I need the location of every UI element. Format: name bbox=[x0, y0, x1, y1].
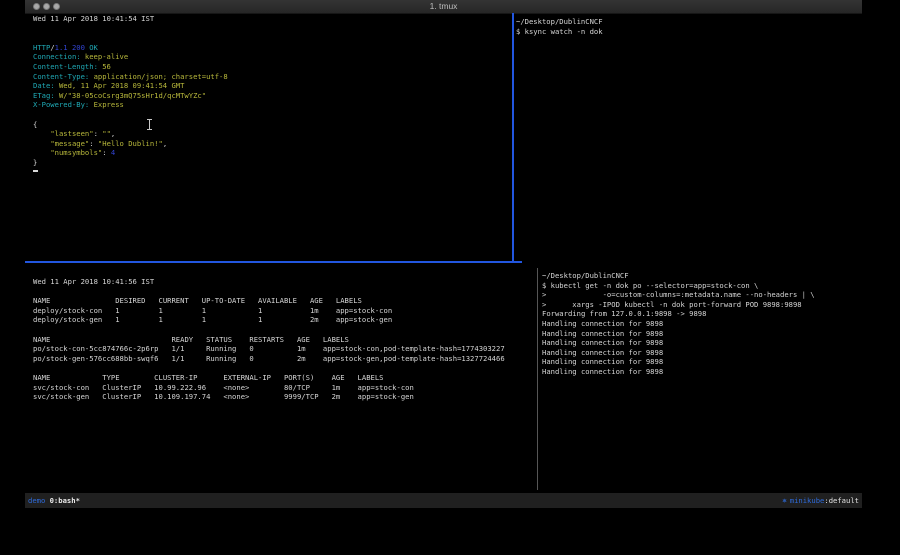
pane-divider-vertical[interactable] bbox=[537, 268, 538, 490]
services-table: NAME TYPE CLUSTER-IP EXTERNAL-IP PORT(S)… bbox=[33, 373, 533, 402]
json-indent bbox=[33, 129, 50, 138]
pane-divider-vertical-active[interactable] bbox=[512, 13, 514, 263]
header-value: W/"38-05coCsrg3mQ75sHr1d/qcMTwYZc" bbox=[59, 91, 206, 100]
session-name: demo bbox=[28, 496, 45, 505]
json-comma: , bbox=[111, 129, 115, 138]
json-comma: , bbox=[163, 139, 167, 148]
blank-line bbox=[33, 363, 533, 373]
deployments-table: NAME DESIRED CURRENT UP-TO-DATE AVAILABL… bbox=[33, 296, 533, 325]
titlebar[interactable]: 1. tmux bbox=[25, 0, 862, 14]
header-name: ETag: bbox=[33, 91, 55, 100]
json-entry: "numsymbols": 4 bbox=[33, 148, 508, 158]
pods-table: NAME READY STATUS RESTARTS AGE LABELS po… bbox=[33, 335, 533, 364]
http-header: ETag: W/"38-05coCsrg3mQ75sHr1d/qcMTwYZc" bbox=[33, 91, 508, 101]
json-key: "message" bbox=[50, 139, 89, 148]
http-header: Content-Length: 56 bbox=[33, 62, 508, 72]
screen: 1. tmux Wed 11 Apr 2018 10:41:54 IST HTT… bbox=[0, 0, 900, 555]
timestamp: Wed 11 Apr 2018 10:41:56 IST bbox=[33, 277, 533, 287]
command: $ ksync watch -n dok bbox=[516, 27, 856, 37]
port-forward-output: ~/Desktop/DublinCNCF $ kubectl get -n do… bbox=[542, 271, 860, 377]
http-header: Date: Wed, 11 Apr 2018 09:41:54 GMT bbox=[33, 81, 508, 91]
blank-line bbox=[33, 110, 508, 120]
header-value: application/json; charset=utf-8 bbox=[94, 72, 228, 81]
http-header: Content-Type: application/json; charset=u… bbox=[33, 72, 508, 82]
json-value: "Hello Dublin!" bbox=[98, 139, 163, 148]
header-name: Date: bbox=[33, 81, 55, 90]
json-entry: "lastseen": "", bbox=[33, 129, 508, 139]
header-value: keep-alive bbox=[85, 52, 128, 61]
json-entry: "message": "Hello Dublin!", bbox=[33, 139, 508, 149]
kube-namespace: :default bbox=[824, 496, 859, 505]
json-colon: : bbox=[89, 139, 98, 148]
pane-kubectl-watch[interactable]: Wed 11 Apr 2018 10:41:56 IST NAME DESIRE… bbox=[33, 277, 533, 402]
json-key: "lastseen" bbox=[50, 129, 93, 138]
ibeam-stem bbox=[149, 120, 150, 129]
http-version-code: 1.1 200 bbox=[55, 43, 85, 52]
http-header: X-Powered-By: Express bbox=[33, 100, 508, 110]
header-name: Connection: bbox=[33, 52, 81, 61]
http-reason: OK bbox=[89, 43, 98, 52]
terminal-window: 1. tmux Wed 11 Apr 2018 10:41:54 IST HTT… bbox=[25, 0, 862, 510]
mouse-ibeam-cursor bbox=[146, 119, 153, 130]
blank-line bbox=[33, 325, 533, 335]
header-value: 56 bbox=[102, 62, 111, 71]
timestamp: Wed 11 Apr 2018 10:41:54 IST bbox=[33, 14, 508, 24]
window-tab-bash[interactable]: 0:bash* bbox=[50, 496, 80, 505]
pane-ksync[interactable]: ~/Desktop/DublinCNCF $ ksync watch -n do… bbox=[516, 17, 856, 36]
kube-status: ⎈ minikube :default bbox=[782, 496, 859, 505]
pane-port-forward[interactable]: ~/Desktop/DublinCNCF $ kubectl get -n do… bbox=[542, 271, 860, 377]
blank-line bbox=[33, 24, 508, 34]
header-name: X-Powered-By: bbox=[33, 100, 89, 109]
json-indent bbox=[33, 148, 50, 157]
header-name: Content-Type: bbox=[33, 72, 89, 81]
json-value: 4 bbox=[111, 148, 115, 157]
kubernetes-helm-icon: ⎈ bbox=[782, 496, 786, 505]
header-name: Content-Length: bbox=[33, 62, 98, 71]
http-status-line: HTTP/1.1 200OK bbox=[33, 43, 508, 53]
blank-line bbox=[33, 33, 508, 43]
json-colon: : bbox=[102, 148, 111, 157]
blank-line bbox=[33, 287, 533, 297]
pane-divider-horizontal-active[interactable] bbox=[25, 261, 522, 263]
ibeam-serif bbox=[147, 129, 152, 130]
header-value: Express bbox=[94, 100, 124, 109]
json-key: "numsymbols" bbox=[50, 148, 102, 157]
json-colon: : bbox=[94, 129, 103, 138]
cwd: ~/Desktop/DublinCNCF bbox=[516, 17, 856, 27]
http-protocol: HTTP bbox=[33, 43, 50, 52]
json-close-brace: } bbox=[33, 158, 508, 168]
json-open-brace: { bbox=[33, 120, 508, 130]
window-title: 1. tmux bbox=[25, 0, 862, 13]
status-bar: demo 0:bash* ⎈ minikube :default bbox=[25, 493, 862, 508]
header-value: Wed, 11 Apr 2018 09:41:54 GMT bbox=[59, 81, 185, 90]
json-indent bbox=[33, 139, 50, 148]
http-header: Connection: keep-alive bbox=[33, 52, 508, 62]
pane-http-response[interactable]: Wed 11 Apr 2018 10:41:54 IST HTTP/1.1 20… bbox=[33, 14, 508, 168]
json-value: "" bbox=[102, 129, 111, 138]
kube-context: minikube bbox=[790, 496, 825, 505]
terminal-cursor bbox=[33, 170, 38, 172]
